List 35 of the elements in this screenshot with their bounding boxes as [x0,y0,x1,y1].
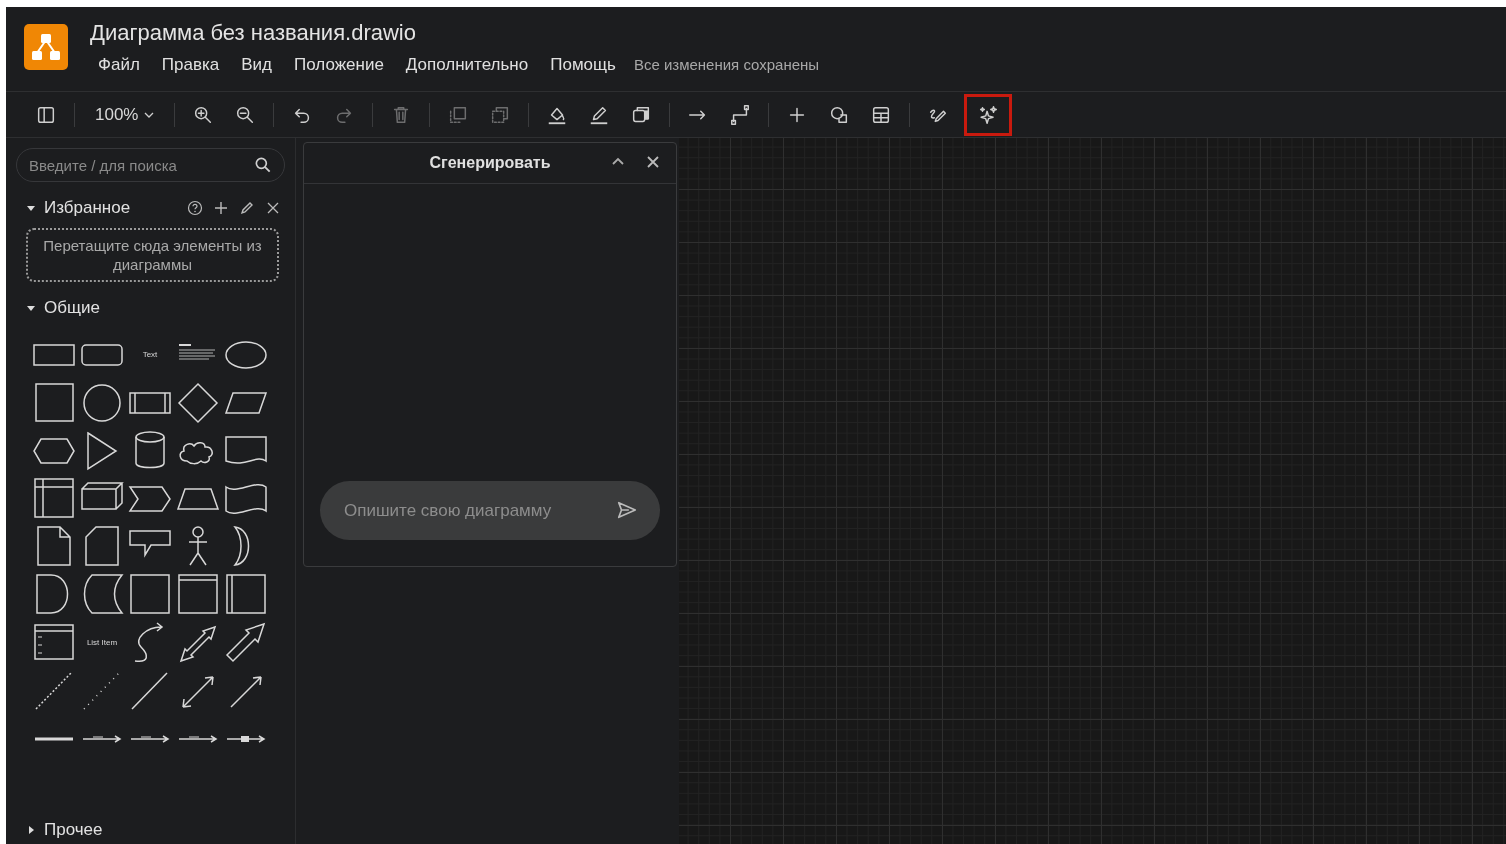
expand-triangle-icon[interactable] [26,825,36,835]
expand-triangle-icon[interactable] [26,203,36,213]
zoom-dropdown[interactable]: 100% [87,99,163,130]
pencil-icon[interactable] [239,200,255,216]
caret-icon [144,111,155,118]
send-icon[interactable] [616,499,638,521]
plus-icon[interactable] [213,200,229,216]
container-shape[interactable] [127,571,173,617]
menu-item[interactable]: Файл [98,55,140,75]
container-header-shape[interactable] [175,571,221,617]
internal-storage-shape[interactable] [31,475,77,521]
text-shape[interactable]: Text [142,349,158,359]
close-icon[interactable] [265,200,281,216]
window-title: Диаграмма без названия.drawio [90,20,417,46]
list-item-shape[interactable]: List Item [86,637,118,647]
container-side-shape[interactable] [223,571,269,617]
menu-item[interactable]: Дополнительно [405,55,529,75]
panel-title: Сгенерировать [429,154,551,172]
close-icon[interactable] [646,155,660,169]
menu-item[interactable]: Помощь [550,55,616,75]
menu-item[interactable]: Вид [241,55,272,75]
app-logo [24,24,68,70]
section-title[interactable]: Общие [44,298,100,318]
section-title[interactable]: Избранное [44,198,131,218]
search-field[interactable]: Введите / для поиска [16,148,285,182]
sparkle-icon[interactable] [964,93,1013,136]
section-title[interactable]: Прочее [44,820,103,840]
search-icon[interactable] [253,155,273,175]
save-status: Все изменения сохранены [633,56,820,73]
drop-zone: Перетащите сюда элементы из диаграммы [26,228,279,282]
expand-triangle-icon[interactable] [26,303,36,313]
menu-item[interactable]: Положение [294,55,384,75]
help-icon[interactable] [187,200,203,216]
prompt-field[interactable]: Опишите свою диаграмму [320,481,660,540]
menu-item[interactable]: Правка [161,55,220,75]
